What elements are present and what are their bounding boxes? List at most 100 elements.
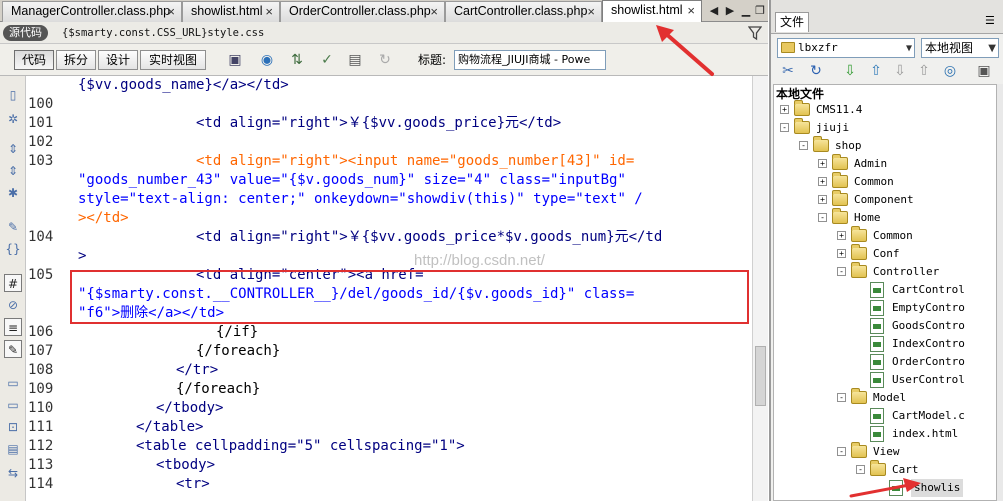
tree-folder[interactable]: + Conf xyxy=(774,244,996,263)
tree-folder[interactable]: - jiuji xyxy=(774,118,996,137)
scroll-left-icon[interactable]: ◀ xyxy=(706,2,722,20)
tab-showlist-active[interactable]: showlist.html × xyxy=(602,0,702,22)
tree-folder[interactable]: - View xyxy=(774,442,996,461)
check-in-icon[interactable]: ⇧ xyxy=(915,62,933,80)
split-view-button[interactable]: 拆分 xyxy=(56,50,96,70)
tree-folder[interactable]: - Model xyxy=(774,388,996,407)
tree-file[interactable]: OrderContro xyxy=(774,353,996,371)
collapse-icon[interactable]: - xyxy=(799,141,808,150)
collapse-icon[interactable]: - xyxy=(856,465,865,474)
visual-aids-icon[interactable]: ▤ xyxy=(346,51,364,69)
design-view-button[interactable]: 设计 xyxy=(98,50,138,70)
tab-cartcontroller[interactable]: CartController.class.php × xyxy=(445,1,602,22)
scroll-right-icon[interactable]: ▶ xyxy=(722,2,738,20)
collapse-icon[interactable]: - xyxy=(837,447,846,456)
filter-icon[interactable] xyxy=(748,25,762,41)
tree-file[interactable]: CartModel.c xyxy=(774,407,996,425)
expand-icon[interactable]: + xyxy=(837,231,846,240)
word-wrap-icon[interactable]: ≡ xyxy=(4,318,22,336)
expand-icon[interactable]: + xyxy=(780,105,789,114)
close-icon[interactable]: × xyxy=(587,2,595,21)
restore-icon[interactable]: ❐ xyxy=(752,2,768,20)
tree-folder[interactable]: - Home xyxy=(774,208,996,227)
tab-ordercontroller[interactable]: OrderController.class.php × xyxy=(280,1,445,22)
panel-menu-icon[interactable]: ☰ xyxy=(985,14,999,28)
apply-comment-icon[interactable]: ▭ xyxy=(4,374,22,392)
show-code-navigator-icon[interactable]: ✲ xyxy=(4,110,22,128)
move-css-icon[interactable]: ⇆ xyxy=(4,464,22,482)
collapse-tag-icon[interactable]: ⇕ xyxy=(4,140,22,158)
multiscreen-icon[interactable]: ▣ xyxy=(226,51,244,69)
page-title-input[interactable]: 购物流程_JIUJI商城 - Powe xyxy=(454,50,606,70)
wrap-tag-icon[interactable]: ⊡ xyxy=(4,418,22,436)
tree-folder[interactable]: + Admin xyxy=(774,154,996,173)
expand-icon[interactable]: + xyxy=(818,159,827,168)
connect-icon[interactable]: ✂ xyxy=(779,62,797,80)
close-icon[interactable]: × xyxy=(687,1,695,20)
put-files-icon[interactable]: ⇧ xyxy=(867,62,885,80)
line-numbers-icon[interactable]: # xyxy=(4,274,22,292)
view-select[interactable]: 本地视图 ▼ xyxy=(921,38,999,58)
close-icon[interactable]: × xyxy=(430,2,438,21)
tree-vertical-scrollbar[interactable] xyxy=(997,84,1003,501)
code-view-button[interactable]: 代码 xyxy=(14,50,54,70)
remove-comment-icon[interactable]: ▭ xyxy=(4,396,22,414)
get-files-icon[interactable]: ⇩ xyxy=(841,62,859,80)
recent-snippets-icon[interactable]: ▤ xyxy=(4,440,22,458)
tree-node-label: Controller xyxy=(873,265,940,278)
collapse-icon[interactable]: - xyxy=(837,267,846,276)
expand-icon[interactable]: + xyxy=(818,177,827,186)
check-out-icon[interactable]: ⇩ xyxy=(891,62,909,80)
synchronize-icon[interactable]: ◎ xyxy=(941,62,959,80)
refresh-icon[interactable]: ↻ xyxy=(807,62,825,80)
select-parent-tag-icon[interactable]: ✎ xyxy=(4,218,22,236)
expand-all-icon[interactable]: ✱ xyxy=(4,184,22,202)
refresh-icon[interactable]: ↻ xyxy=(376,51,394,69)
tree-file[interactable]: CartControl xyxy=(774,281,996,299)
syntax-coloring-icon[interactable]: ✎ xyxy=(4,340,22,358)
live-view-button[interactable]: 实时视图 xyxy=(140,50,206,70)
tree-folder[interactable]: + CMS11.4 xyxy=(774,100,996,119)
expand-icon[interactable]: + xyxy=(818,195,827,204)
tree-folder[interactable]: - Cart xyxy=(774,460,996,479)
tab-showlist-1[interactable]: showlist.html × xyxy=(182,1,280,22)
tab-managercontroller[interactable]: ManagerController.class.php × xyxy=(2,1,182,22)
collapse-icon[interactable]: - xyxy=(780,123,789,132)
tree-folder[interactable]: - Controller xyxy=(774,262,996,281)
browser-preview-icon[interactable]: ◉ xyxy=(258,51,276,69)
tree-file[interactable]: EmptyContro xyxy=(774,299,996,317)
related-file-link[interactable]: {$smarty.const.CSS_URL}style.css xyxy=(62,25,264,41)
tree-file[interactable]: UserControl xyxy=(774,371,996,389)
editor-vertical-scrollbar[interactable] xyxy=(752,76,768,501)
highlight-invalid-code-icon[interactable]: ⊘ xyxy=(4,296,22,314)
tree-folder[interactable]: + Common xyxy=(774,172,996,191)
collapse-icon[interactable]: - xyxy=(837,393,846,402)
collapse-selection-icon[interactable]: ⇕ xyxy=(4,162,22,180)
tree-folder[interactable]: - shop xyxy=(774,136,996,155)
close-icon[interactable]: × xyxy=(265,2,273,21)
tree-file[interactable]: GoodsContro xyxy=(774,317,996,335)
expand-icon[interactable]: + xyxy=(837,249,846,258)
line-number: 110 xyxy=(28,400,54,416)
tree-file[interactable]: index.html xyxy=(774,425,996,443)
code-line: {/foreach} xyxy=(196,343,281,359)
site-select[interactable]: lbxzfr ▼ xyxy=(777,38,915,58)
scrollbar-thumb[interactable] xyxy=(755,346,766,406)
expand-panel-icon[interactable]: ▣ xyxy=(975,62,993,80)
code-area[interactable]: {$vv.goods_name}</a></td> <td align="rig… xyxy=(70,76,752,501)
collapse-icon[interactable]: - xyxy=(818,213,827,222)
tree-folder[interactable]: + Component xyxy=(774,190,996,209)
tree-file[interactable]: IndexContro xyxy=(774,335,996,353)
related-files-bar: 源代码 {$smarty.const.CSS_URL}style.css xyxy=(0,22,768,44)
file-management-icon[interactable]: ⇅ xyxy=(288,51,306,69)
files-tab[interactable]: 文件 xyxy=(775,12,809,32)
tree-file[interactable]: showlis xyxy=(774,479,996,497)
balance-braces-icon[interactable]: {} xyxy=(4,240,22,258)
tab-label: showlist.html xyxy=(191,4,263,18)
check-page-icon[interactable]: ✓ xyxy=(318,51,336,69)
line-number: 108 xyxy=(28,362,54,378)
tree-folder[interactable]: + Common xyxy=(774,226,996,245)
open-documents-icon[interactable]: ▯ xyxy=(4,86,22,104)
close-icon[interactable]: × xyxy=(167,2,175,21)
source-code-button[interactable]: 源代码 xyxy=(3,25,48,41)
